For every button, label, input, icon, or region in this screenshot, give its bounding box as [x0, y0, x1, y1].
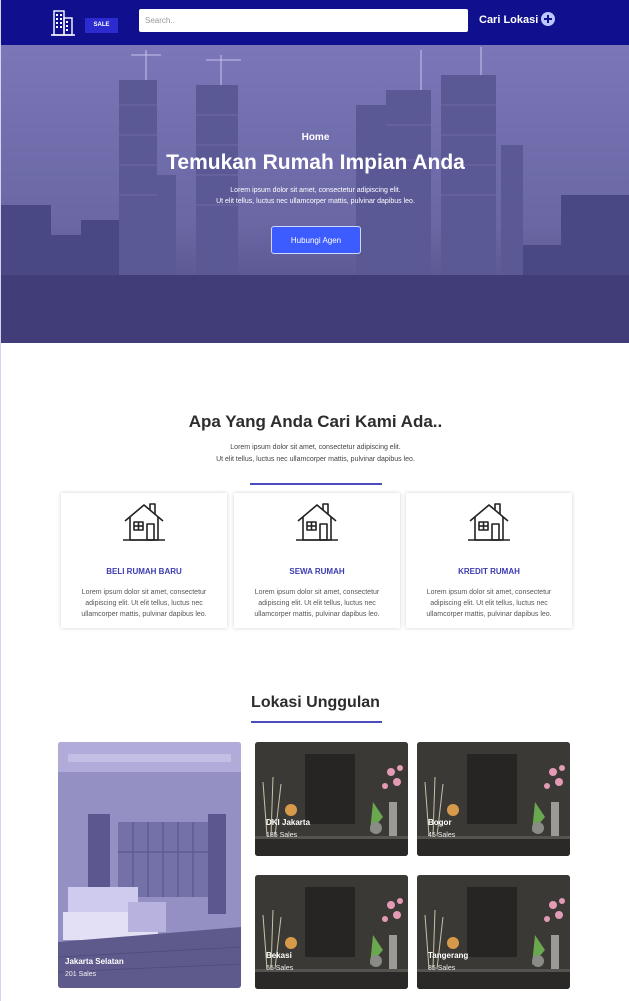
service-card-rent[interactable]: SEWA RUMAH Lorem ipsum dolor sit amet, c…	[234, 493, 400, 628]
location-card-bekasi[interactable]: Bekasi 55 Sales	[255, 875, 408, 989]
location-sales: 201 Sales	[65, 971, 97, 978]
location-name: Bekasi	[266, 951, 292, 960]
house-icon	[296, 503, 338, 541]
location-sales: 85 Sales	[428, 965, 456, 972]
breadcrumb-home[interactable]: Home	[1, 132, 629, 143]
contact-agent-button[interactable]: Hubungi Agen	[271, 226, 361, 254]
service-card-text: Lorem ipsum dolor sit amet, consectetur …	[426, 589, 552, 618]
service-card-title: BELI RUMAH BARU	[106, 567, 182, 576]
service-card-title: KREDIT RUMAH	[458, 567, 520, 576]
hero-description-line: Ut elit tellus, luctus nec ullamcorper m…	[216, 198, 415, 205]
service-card-text: Lorem ipsum dolor sit amet, consectetur …	[254, 589, 380, 618]
location-name: Tangerang	[428, 951, 469, 960]
locations-title: Lokasi Unggulan	[251, 694, 380, 711]
service-card-title: SEWA RUMAH	[289, 567, 345, 576]
service-card-credit[interactable]: KREDIT RUMAH Lorem ipsum dolor sit amet,…	[406, 493, 572, 628]
services-description-line: Ut elit tellus, luctus nec ullamcorper m…	[216, 456, 415, 463]
search-input[interactable]	[139, 9, 468, 32]
sale-badge[interactable]: SALE	[85, 18, 118, 33]
location-name: Jakarta Selatan	[65, 957, 124, 966]
hero-banner: Home Temukan Rumah Impian Anda Lorem ips…	[1, 45, 629, 343]
location-card-dki-jakarta[interactable]: DKI Jakarta 185 Sales	[255, 742, 408, 856]
location-sales: 45 Sales	[428, 832, 456, 839]
location-card-tangerang[interactable]: Tangerang 85 Sales	[417, 875, 570, 989]
top-navbar: SALE Cari Lokasi	[1, 0, 629, 45]
service-card-buy[interactable]: BELI RUMAH BARU Lorem ipsum dolor sit am…	[61, 493, 227, 628]
bedroom-photo	[58, 742, 241, 988]
location-sales: 55 Sales	[266, 965, 294, 972]
find-location-link[interactable]: Cari Lokasi	[479, 14, 538, 26]
location-name: Bogor	[428, 818, 452, 827]
divider	[251, 721, 382, 723]
hero-description: Lorem ipsum dolor sit amet, consectetur …	[1, 185, 629, 207]
hero-description-line: Lorem ipsum dolor sit amet, consectetur …	[230, 187, 401, 194]
location-card-jakarta-selatan[interactable]: Jakarta Selatan 201 Sales	[58, 742, 241, 988]
location-name: DKI Jakarta	[266, 818, 311, 827]
building-logo-icon[interactable]	[51, 9, 75, 37]
hero-title: Temukan Rumah Impian Anda	[166, 151, 465, 174]
location-card-bogor[interactable]: Bogor 45 Sales	[417, 742, 570, 856]
house-icon	[468, 503, 510, 541]
services-title: Apa Yang Anda Cari Kami Ada..	[188, 412, 443, 431]
house-icon	[123, 503, 165, 541]
service-card-text: Lorem ipsum dolor sit amet, consectetur …	[81, 589, 207, 618]
plus-circle-icon[interactable]	[541, 12, 555, 26]
services-description: Lorem ipsum dolor sit amet, consectetur …	[1, 442, 629, 466]
location-sales: 185 Sales	[266, 832, 298, 839]
services-description-line: Lorem ipsum dolor sit amet, consectetur …	[230, 444, 401, 451]
divider	[250, 483, 382, 485]
